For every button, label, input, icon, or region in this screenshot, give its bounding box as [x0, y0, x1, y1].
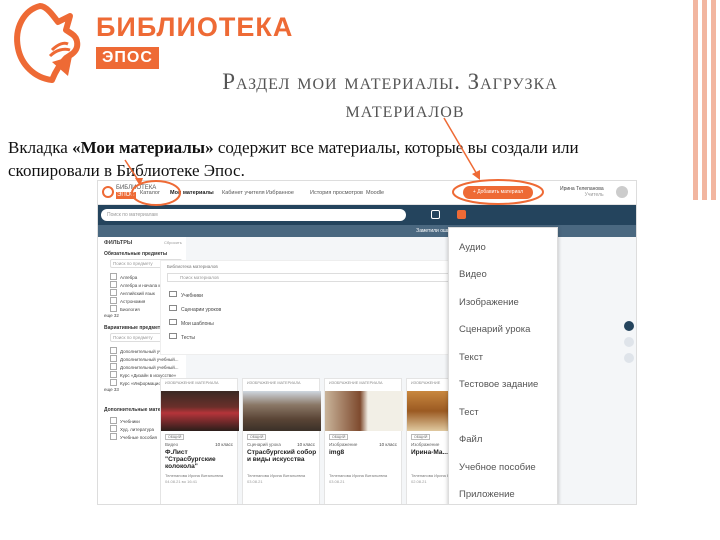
- add-material-button[interactable]: + Добавить материал: [463, 186, 533, 199]
- card-type: Изображение: [411, 442, 440, 447]
- show-more-optional[interactable]: еще 33: [104, 387, 119, 392]
- material-card[interactable]: ИЗОБРАЖЕНИЕ МАТЕРИАЛА ОБЩИЙ Видео 10 кла…: [160, 378, 239, 504]
- filter-item[interactable]: Худ. литература: [110, 425, 154, 432]
- required-subjects-title: Обязательные предметы: [104, 251, 168, 257]
- menu-item-video[interactable]: Видео: [459, 269, 487, 280]
- filter-item[interactable]: Дополнительный учебный...: [110, 363, 179, 370]
- app-logo-icon[interactable]: [102, 186, 114, 198]
- card-image: [243, 391, 321, 431]
- logo-subtitle: ЭПОС: [96, 47, 159, 69]
- optional-subjects-title: Вариативные предметы: [104, 325, 165, 331]
- filter-item[interactable]: Курс «Дизайн в искусстве»: [110, 371, 176, 378]
- menu-item-test[interactable]: Тест: [459, 407, 479, 418]
- calendar-icon[interactable]: [431, 210, 440, 219]
- slide-title-line1: Раздел мои материалы. Загрузка: [222, 69, 558, 94]
- folder-item[interactable]: Мои шаблоны: [169, 319, 214, 327]
- material-card[interactable]: ИЗОБРАЖЕНИЕ МАТЕРИАЛА ОБЩИЙ Сценарий уро…: [242, 378, 321, 504]
- slide-caption: Вкладка «Мои материалы» содержит все мат…: [8, 136, 668, 182]
- folder-item[interactable]: Тесты: [169, 333, 195, 341]
- user-info[interactable]: Ирина Телепанова Учитель: [560, 186, 604, 198]
- nav-catalog[interactable]: Каталог: [140, 190, 160, 196]
- logo-title: БИБЛИОТЕКА: [96, 12, 294, 42]
- library-logo-icon: [14, 3, 81, 83]
- library-panel: Библиотека материалов Поиск материалов У…: [160, 260, 490, 355]
- card-grade: 10 класс: [215, 442, 233, 447]
- card-image: [161, 391, 239, 431]
- menu-item-image[interactable]: Изображение: [459, 297, 519, 308]
- filter-item[interactable]: Английский язык: [110, 289, 155, 296]
- menu-item-text[interactable]: Текст: [459, 352, 483, 363]
- filter-item[interactable]: Учебные пособия: [110, 433, 157, 440]
- menu-item-audio[interactable]: Аудио: [459, 242, 486, 253]
- menu-item-application[interactable]: Приложение: [459, 489, 515, 500]
- card-author: Телепанова Ирина Витальевна: [329, 473, 388, 478]
- nav-moodle[interactable]: Moodle: [366, 190, 384, 196]
- card-image: [325, 391, 403, 431]
- filter-item[interactable]: Учебники: [110, 417, 140, 424]
- nav-teacher-cabinet[interactable]: Кабинет учителя: [222, 190, 265, 196]
- menu-item-test-task[interactable]: Тестовое задание: [459, 379, 538, 390]
- decorative-stripes: [690, 0, 716, 200]
- library-search-input[interactable]: Поиск материалов: [167, 273, 477, 282]
- avatar[interactable]: [616, 186, 628, 198]
- card-date: 03.08.21: [329, 479, 345, 484]
- nav-history[interactable]: История просмотров: [310, 190, 363, 196]
- card-author: Телепанова Ирина Витальевна: [165, 473, 224, 478]
- search-band: Поиск по материалам: [98, 205, 636, 225]
- card-date: 03.08.21: [247, 479, 263, 484]
- filters-reset-link[interactable]: Сбросить: [164, 240, 182, 245]
- material-cards: ИЗОБРАЖЕНИЕ МАТЕРИАЛА ОБЩИЙ Видео 10 кла…: [160, 378, 485, 504]
- card-name[interactable]: img8: [329, 449, 399, 456]
- menu-item-lesson-scenario[interactable]: Сценарий урока: [459, 324, 530, 335]
- filter-item[interactable]: Астрономия: [110, 297, 145, 304]
- material-card[interactable]: ИЗОБРАЖЕНИЕ МАТЕРИАЛА ОБЩИЙ Изображение …: [324, 378, 403, 504]
- card-tag: ОБЩИЙ: [247, 434, 267, 440]
- card-header: ИЗОБРАЖЕНИЕ МАТЕРИАЛА: [247, 381, 301, 385]
- menu-item-file[interactable]: Файл: [459, 434, 482, 445]
- card-date: 04.08.21 во 16:41: [165, 479, 198, 484]
- card-header: ИЗОБРАЖЕНИЕ МАТЕРИАЛА: [165, 381, 219, 385]
- folder-item[interactable]: Учебники: [169, 291, 203, 299]
- card-name[interactable]: Ф.Лист "Страсбургские колокола": [165, 449, 235, 470]
- filter-item[interactable]: Алгебра: [110, 273, 137, 280]
- nav-favorites[interactable]: Избранное: [266, 190, 294, 196]
- slide-title-line2: материалов: [345, 97, 465, 122]
- slide-title: Раздел мои материалы. Загрузка материало…: [170, 68, 640, 124]
- help-icon[interactable]: [624, 321, 634, 331]
- card-type: Видео: [165, 442, 179, 447]
- grid-view-icon[interactable]: [457, 210, 466, 219]
- card-grade: 10 класс: [297, 442, 315, 447]
- card-tag: ОБЩИЙ: [165, 434, 185, 440]
- card-author: Телепанова Ирина Витальевна: [247, 473, 306, 478]
- folder-item[interactable]: Сценарии уроков: [169, 305, 221, 313]
- filter-item[interactable]: Биология: [110, 305, 140, 312]
- search-input[interactable]: Поиск по материалам: [101, 209, 406, 221]
- card-header: ИЗОБРАЖЕНИЕ МАТЕРИАЛА: [329, 381, 383, 385]
- card-date: 02.08.21: [411, 479, 427, 484]
- caption-pre: Вкладка: [8, 138, 73, 157]
- card-tag: ОБЩИЙ: [329, 434, 349, 440]
- library-title: Библиотека материалов: [167, 264, 218, 269]
- card-type: Сценарий урока: [247, 442, 281, 447]
- filters-title: ФИЛЬТРЫ: [104, 240, 133, 246]
- card-header: ИЗОБРАЖЕНИЕ: [411, 381, 441, 385]
- card-name[interactable]: Страсбургский собор и виды искусства: [247, 449, 317, 463]
- bell-icon[interactable]: [624, 337, 634, 347]
- top-navbar: БИБЛИОТЕКА ЭПОС Каталог Мои материалы Каб…: [98, 181, 636, 205]
- show-more-required[interactable]: еще 32: [104, 313, 119, 318]
- headset-icon[interactable]: [624, 353, 634, 363]
- add-material-dropdown: Аудио Видео Изображение Сценарий урока Т…: [448, 227, 558, 504]
- nav-my-materials[interactable]: Мои материалы: [170, 190, 214, 196]
- app-screenshot: БИБЛИОТЕКА ЭПОС Каталог Мои материалы Каб…: [97, 180, 637, 505]
- card-type: Изображение: [329, 442, 358, 447]
- filter-item[interactable]: Дополнительный учебный...: [110, 355, 179, 362]
- card-grade: 10 класс: [379, 442, 397, 447]
- card-tag: ОБЩИЙ: [411, 434, 431, 440]
- caption-bold: «Мои материалы»: [72, 138, 214, 157]
- menu-item-textbook[interactable]: Учебное пособие: [459, 462, 536, 473]
